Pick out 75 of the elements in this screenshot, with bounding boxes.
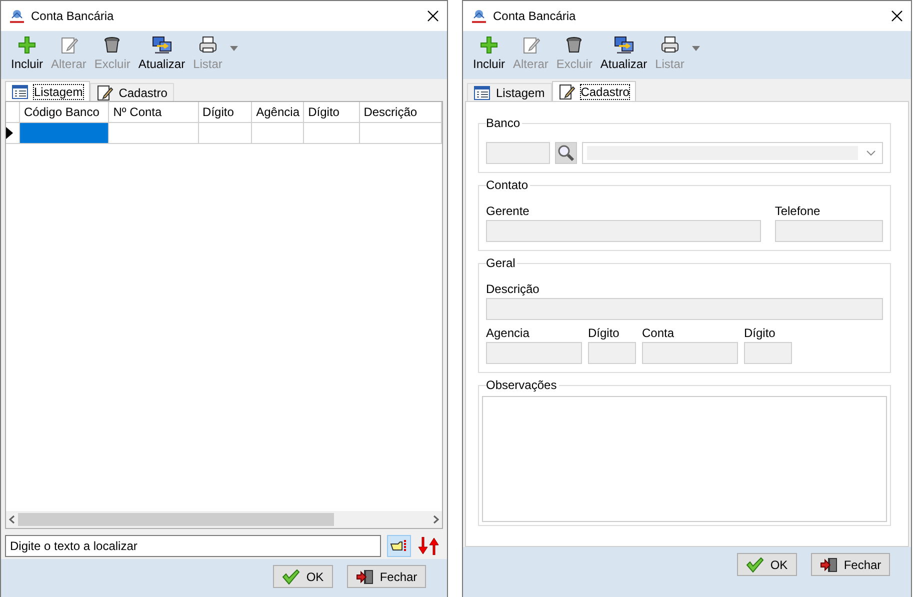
group-title: Contato	[486, 178, 530, 192]
monitors-icon	[614, 36, 634, 54]
chevron-down-icon[interactable]	[866, 150, 876, 156]
field-label: Dígito	[744, 326, 776, 340]
column-header[interactable]: Descrição	[360, 102, 442, 123]
row-pointer-icon	[6, 127, 13, 139]
plus-icon	[480, 36, 498, 54]
input-field[interactable]	[744, 342, 792, 364]
code-field[interactable]	[486, 142, 550, 164]
close-button[interactable]: Fechar	[811, 553, 890, 576]
tab[interactable]: Cadastro	[90, 83, 174, 102]
horizontal-scrollbar[interactable]	[6, 511, 442, 528]
search-field[interactable]: Digite o texto a localizar	[5, 535, 381, 557]
input-field[interactable]	[486, 220, 761, 242]
field-label: Descrição	[486, 282, 540, 296]
input-field[interactable]	[588, 342, 636, 364]
field-label: Conta	[642, 326, 676, 340]
toolbar-button[interactable]: Incluir	[469, 36, 510, 71]
table-cell[interactable]	[252, 123, 304, 144]
scroll-left-icon[interactable]	[9, 515, 15, 524]
check-icon	[746, 556, 764, 572]
find-button[interactable]	[387, 535, 411, 557]
column-header[interactable]: Nº Conta	[109, 102, 199, 123]
edit-icon	[60, 36, 78, 54]
app-logo-icon	[9, 8, 25, 24]
edit-icon	[522, 36, 540, 54]
exit-door-icon	[820, 556, 838, 572]
close-icon[interactable]	[427, 10, 439, 22]
field-label: Telefone	[774, 204, 822, 218]
ok-button[interactable]: OK	[273, 565, 333, 588]
list-icon	[12, 85, 28, 99]
table-cell[interactable]	[304, 123, 360, 144]
input-field[interactable]	[486, 298, 883, 320]
sort-arrows-icon[interactable]	[417, 537, 439, 555]
field-label: Dígito	[588, 326, 620, 340]
check-icon	[282, 568, 300, 584]
dropdown-caret-icon[interactable]	[230, 46, 238, 50]
exit-door-icon	[356, 568, 374, 584]
field-label: Agencia	[486, 326, 530, 340]
search-button[interactable]	[555, 142, 577, 164]
ok-button[interactable]: OK	[737, 553, 797, 576]
toolbar-button[interactable]: Incluir	[7, 36, 48, 71]
column-header[interactable]: Dígito	[304, 102, 360, 123]
group-title: Observações	[486, 378, 559, 392]
scroll-right-icon[interactable]	[433, 515, 439, 524]
tab[interactable]: Listagem	[467, 83, 552, 102]
plus-icon	[18, 36, 36, 54]
table-cell[interactable]	[360, 123, 442, 144]
window-title: Conta Bancária	[493, 9, 577, 23]
toolbar-button[interactable]: Atualizar	[134, 36, 190, 71]
dropdown-field[interactable]	[582, 142, 883, 164]
column-header[interactable]: Dígito	[198, 102, 252, 123]
trash-icon	[565, 36, 584, 54]
tab[interactable]: Listagem	[5, 81, 90, 102]
window-title: Conta Bancária	[31, 9, 115, 23]
trash-icon	[103, 36, 122, 54]
input-field[interactable]	[486, 342, 582, 364]
column-header[interactable]: Agência	[252, 102, 304, 123]
input-field[interactable]	[774, 220, 883, 242]
tab[interactable]: Cadastro	[552, 81, 636, 102]
monitors-icon	[152, 36, 172, 54]
table-cell[interactable]	[198, 123, 252, 144]
table-cell[interactable]	[20, 123, 110, 144]
app-logo-icon	[471, 8, 487, 24]
dropdown-caret-icon[interactable]	[692, 46, 700, 50]
input-field[interactable]	[642, 342, 738, 364]
printer-icon	[198, 36, 217, 54]
close-button[interactable]: Fechar	[347, 565, 426, 588]
toolbar-button[interactable]: Atualizar	[596, 36, 652, 71]
group-title: Geral	[486, 256, 518, 270]
printer-icon	[660, 36, 679, 54]
field-label: Gerente	[486, 204, 530, 218]
group-title: Banco	[486, 116, 522, 130]
close-icon[interactable]	[891, 10, 903, 22]
table-cell[interactable]	[109, 123, 199, 144]
